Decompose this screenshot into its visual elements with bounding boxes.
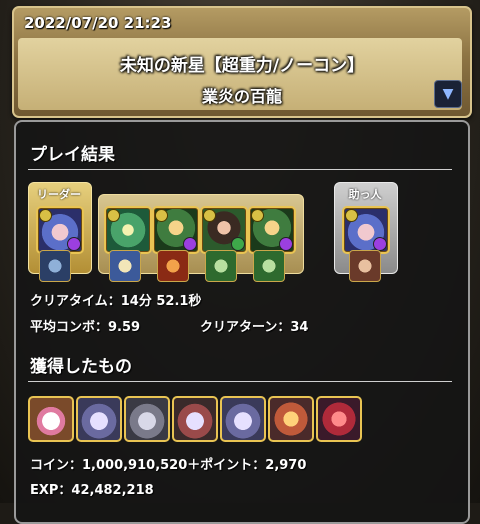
coin-points: コイン：1,000,910,520＋ポイント：2,970	[30, 458, 307, 473]
result-panel: プレイ結果 リーダー 助っ人 クリアタイム：14分 52.1秒 平均コンボ：9.…	[14, 120, 470, 524]
leader-monster-icon[interactable]	[36, 206, 84, 254]
loot-item-6-icon[interactable]	[268, 396, 314, 442]
loot-item-3-icon[interactable]	[124, 396, 170, 442]
loot-item-4-icon[interactable]	[172, 396, 218, 442]
loot-item-5-icon[interactable]	[220, 396, 266, 442]
loot-heading: 獲得したもの	[30, 357, 132, 377]
clear-datetime: 2022/07/20 21:23	[24, 14, 172, 32]
sub-1-assist-icon[interactable]	[109, 250, 141, 282]
clear-turns: クリアターン：34	[200, 320, 309, 335]
expand-button[interactable]: ▼	[434, 80, 462, 108]
divider	[28, 169, 452, 170]
dungeon-banner: 2022/07/20 21:23 未知の新星【超重力/ノーコン】 業炎の百龍 ▼	[12, 6, 472, 118]
sub-3-assist-icon[interactable]	[205, 250, 237, 282]
helper-monster-icon[interactable]	[342, 206, 390, 254]
loot-item-1-icon[interactable]	[28, 396, 74, 442]
exp-total: EXP：42,482,218	[30, 483, 154, 498]
floor-name: 業炎の百龍	[201, 87, 282, 106]
average-combo: 平均コンボ：9.59	[30, 320, 141, 335]
divider	[28, 381, 452, 382]
play-result-heading: プレイ結果	[30, 145, 115, 165]
sub-monster-2-icon[interactable]	[152, 206, 200, 254]
sub-monster-4-icon[interactable]	[248, 206, 296, 254]
leader-tag: リーダー	[37, 188, 81, 201]
helper-assist-icon[interactable]	[349, 250, 381, 282]
sub-monster-1-icon[interactable]	[104, 206, 152, 254]
sub-4-assist-icon[interactable]	[253, 250, 285, 282]
clear-time: クリアタイム：14分 52.1秒	[30, 294, 202, 309]
sub-monster-3-icon[interactable]	[200, 206, 248, 254]
helper-tag: 助っ人	[348, 188, 382, 201]
loot-item-7-icon[interactable]	[316, 396, 362, 442]
dungeon-title: 未知の新星【超重力/ノーコン】	[119, 56, 365, 76]
loot-item-2-icon[interactable]	[76, 396, 122, 442]
triangle-down-icon: ▼	[442, 86, 454, 102]
leader-assist-icon[interactable]	[39, 250, 71, 282]
sub-2-assist-icon[interactable]	[157, 250, 189, 282]
